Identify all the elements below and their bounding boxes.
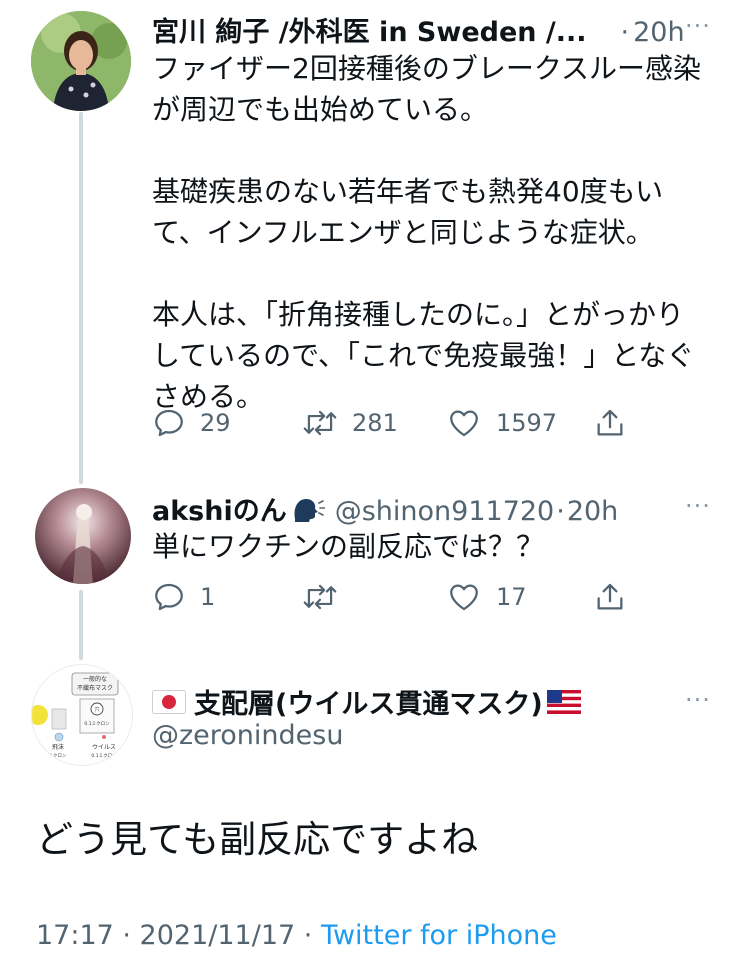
- share-button[interactable]: [593, 406, 627, 440]
- avatar[interactable]: 一般的な 不織布マスク 穴 0.1ミクロン 飛沫 5ミクロン ウイルス 0.1ミ…: [31, 664, 133, 766]
- us-flag-icon: [546, 689, 581, 714]
- text-line: て、インフルエンザと同じような症状。: [152, 216, 654, 249]
- text-line: 基礎疾患のない若年者でも熱発40度もい: [152, 175, 664, 208]
- reply-count: 1: [200, 583, 216, 611]
- japan-flag-icon: [152, 689, 186, 714]
- reply-icon: [155, 409, 183, 437]
- avatar-label: 5ミクロン: [46, 753, 67, 759]
- avatar-label: 0.1ミクロン: [84, 721, 110, 727]
- retweet-count: 281: [352, 409, 398, 437]
- like-count: 17: [496, 583, 527, 611]
- profile-photo: [31, 11, 131, 111]
- display-name[interactable]: 宮川 絢子 /外科医 in Sweden /...: [152, 10, 587, 49]
- more-options-icon[interactable]: ···: [685, 492, 711, 520]
- avatar-label: 一般的な: [83, 675, 107, 683]
- display-name[interactable]: akshiのん: [152, 489, 287, 528]
- mask-diagram-image: 一般的な 不織布マスク 穴 0.1ミクロン 飛沫 5ミクロン ウイルス 0.1ミ…: [32, 665, 132, 765]
- retweet-button[interactable]: [302, 580, 338, 614]
- more-options-icon[interactable]: ···: [685, 686, 711, 714]
- share-icon: [597, 409, 623, 436]
- share-button[interactable]: [593, 580, 627, 614]
- avatar-label: 飛沫: [52, 743, 64, 751]
- tweet-text: ファイザー2回接種後のブレークスルー感染 が周辺でも出始めている。 基礎疾患のな…: [152, 48, 701, 417]
- reply-count: 29: [200, 409, 231, 437]
- text-line: が周辺でも出始めている。: [152, 93, 489, 126]
- avatar-label: 0.1ミクロン: [91, 753, 117, 759]
- avatar-label: 穴: [94, 706, 99, 713]
- retweet-button[interactable]: 281: [302, 406, 398, 440]
- reply-button[interactable]: 1: [152, 580, 215, 614]
- avatar-label: ウイルス: [92, 743, 116, 751]
- like-count: 1597: [496, 409, 558, 437]
- retweet-icon: [303, 410, 337, 436]
- text-line: しているので、「これで免疫最強！」となぐ: [152, 339, 695, 372]
- like-button[interactable]: 17: [446, 580, 527, 614]
- thread-line: [79, 112, 83, 484]
- text-line: ファイザー2回接種後のブレークスルー感染: [152, 52, 701, 85]
- avatar[interactable]: [31, 11, 131, 111]
- text-line: 単にワクチンの副反応では？？: [152, 530, 545, 563]
- speaking-head-icon: [294, 498, 325, 522]
- handle[interactable]: @zeronindesu: [152, 720, 343, 751]
- more-options-icon[interactable]: ···: [685, 12, 711, 40]
- heart-icon: [450, 584, 478, 611]
- action-bar: 29 281 1597: [152, 406, 632, 440]
- text-line: どう見ても副反応ですよね: [36, 818, 479, 861]
- retweet-icon: [303, 584, 337, 610]
- tweet-timestamp-row: 17:17 · 2021/11/17 · Twitter for iPhone: [36, 920, 557, 951]
- separator: ·: [620, 17, 630, 48]
- profile-photo: [35, 488, 131, 584]
- source-link[interactable]: Twitter for iPhone: [321, 920, 557, 951]
- tweet-text: どう見ても副反応ですよね: [36, 817, 478, 863]
- handle[interactable]: @shinon911720: [335, 496, 555, 527]
- action-bar: 1 17: [152, 580, 632, 614]
- reply-button[interactable]: 29: [152, 406, 231, 440]
- timestamp[interactable]: 20h: [633, 17, 684, 48]
- display-name[interactable]: 支配層(ウイルス貫通マスク): [194, 682, 543, 721]
- thread-line: [79, 590, 83, 660]
- text-line: 本人は、「折角接種したのに。」とがっかり: [152, 298, 685, 331]
- avatar-label: 不織布マスク: [77, 684, 113, 692]
- separator: ·: [556, 496, 565, 527]
- reply-icon: [155, 583, 183, 611]
- timestamp[interactable]: 20h: [567, 496, 618, 527]
- avatar[interactable]: [35, 488, 131, 584]
- share-icon: [597, 583, 623, 610]
- tweet-text: 単にワクチンの副反応では？？: [152, 526, 544, 567]
- like-button[interactable]: 1597: [446, 406, 557, 440]
- tweet-datetime[interactable]: 17:17 · 2021/11/17 ·: [36, 920, 321, 951]
- heart-icon: [450, 410, 478, 437]
